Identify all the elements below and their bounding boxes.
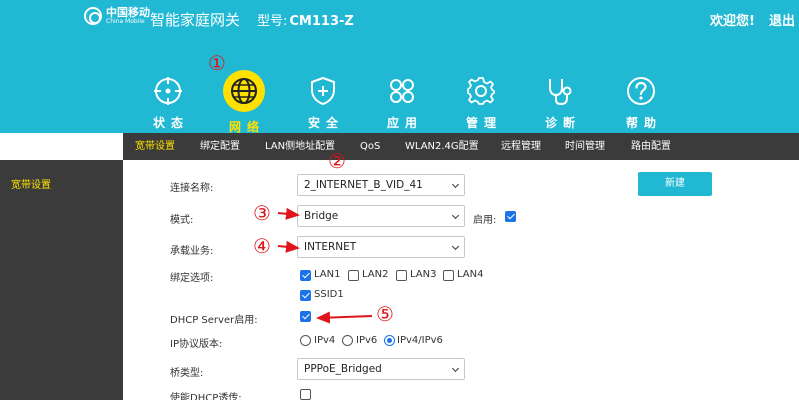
annotation-3-arrow (277, 207, 300, 220)
annotation-arrows (277, 207, 373, 324)
annotation-4-arrow (277, 240, 300, 253)
annotation-5-arrow (316, 311, 373, 324)
